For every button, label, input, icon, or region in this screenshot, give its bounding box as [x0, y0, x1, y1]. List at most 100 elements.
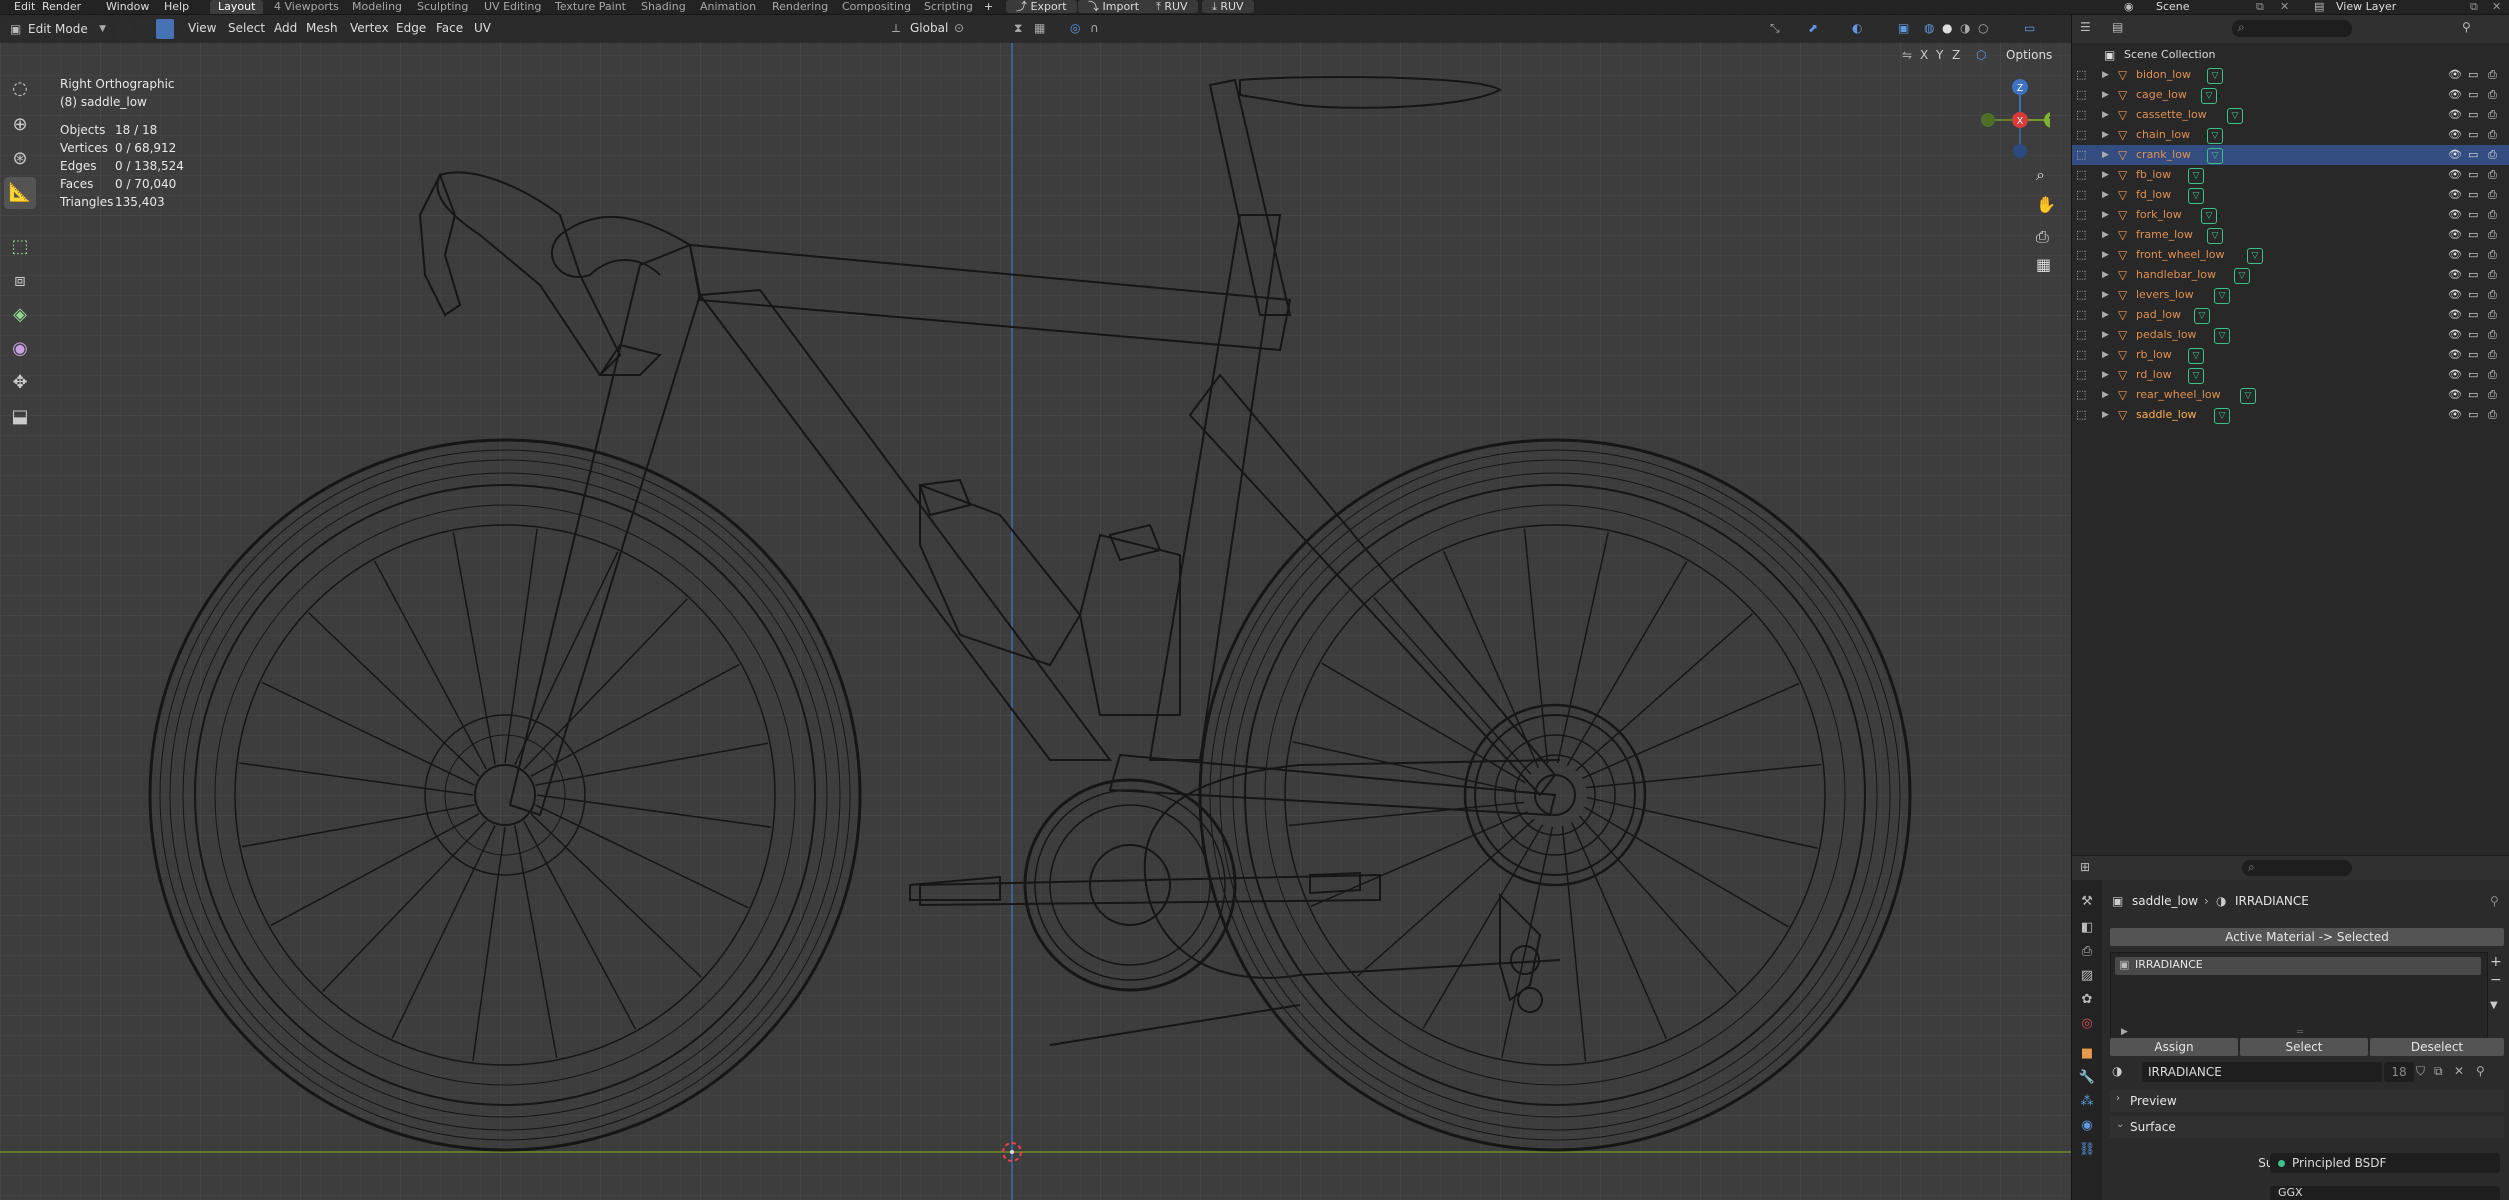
render-camera-icon[interactable]: ⎙: [2488, 305, 2497, 325]
render-camera-icon[interactable]: ⎙: [2488, 285, 2497, 305]
vertex-select-button[interactable]: [116, 19, 134, 39]
spin-tool[interactable]: ◉: [4, 333, 36, 365]
edge-select-button[interactable]: [136, 19, 154, 39]
zoom-icon[interactable]: ⌕: [2036, 165, 2045, 185]
render-camera-icon[interactable]: ⎙: [2488, 265, 2497, 285]
material-slot-row[interactable]: ▣ IRRADIANCE: [2115, 957, 2481, 975]
editor-type-icon[interactable]: ▭: [2024, 21, 2035, 35]
list-resize-grip-icon[interactable]: ═: [2297, 1027, 2303, 1038]
scene-tab-icon[interactable]: ✿: [2078, 992, 2096, 1010]
mesh-data-icon[interactable]: ▽: [2214, 288, 2230, 304]
mirror-y-toggle[interactable]: Y: [1936, 48, 1943, 62]
restrict-select-icon[interactable]: ⬚: [2076, 265, 2086, 285]
shear-tool[interactable]: ⬓: [4, 401, 36, 433]
menu-help[interactable]: Help: [164, 0, 189, 14]
particles-tab-icon[interactable]: ⁂: [2078, 1094, 2096, 1112]
visibility-eye-icon[interactable]: 👁: [2448, 265, 2462, 285]
gizmo-toggle-icon[interactable]: ⬈: [1808, 21, 1818, 35]
select-box-tool[interactable]: ◌: [4, 73, 36, 105]
tab-sculpting[interactable]: Sculpting: [409, 0, 476, 14]
outliner-row-levers-low[interactable]: ⬚ ▶ ▽ levers_low ▽ 👁 ▭ ⎙: [2072, 285, 2509, 305]
scene-selector[interactable]: Scene: [2156, 0, 2190, 14]
material-name-field[interactable]: IRRADIANCE: [2142, 1062, 2382, 1082]
snap-target-icon[interactable]: ▦: [1034, 21, 1045, 35]
viewport-disable-icon[interactable]: ▭: [2468, 245, 2478, 265]
mesh-data-icon[interactable]: ▽: [2227, 108, 2243, 124]
visibility-eye-icon[interactable]: 👁: [2448, 305, 2462, 325]
restrict-select-icon[interactable]: ⬚: [2076, 145, 2086, 165]
physics-tab-icon[interactable]: ◉: [2078, 1118, 2096, 1136]
outliner-row-crank-low[interactable]: ⬚ ▶ ▽ crank_low ▽ 👁 ▭ ⎙: [2072, 145, 2509, 165]
restrict-select-icon[interactable]: ⬚: [2076, 285, 2086, 305]
expand-arrow-icon[interactable]: ▶: [2102, 85, 2109, 105]
shading-material-icon[interactable]: ◑: [1960, 21, 1970, 35]
mesh-data-icon[interactable]: ▽: [2207, 148, 2223, 164]
render-camera-icon[interactable]: ⎙: [2488, 125, 2497, 145]
render-camera-icon[interactable]: ⎙: [2488, 345, 2497, 365]
constraints-tab-icon[interactable]: ⛓: [2078, 1142, 2096, 1160]
viewport-disable-icon[interactable]: ▭: [2468, 105, 2478, 125]
material-filter-icon[interactable]: ⚲: [2476, 1064, 2485, 1078]
camera-view-icon[interactable]: ⎙: [2036, 227, 2049, 247]
deselect-button[interactable]: Deselect: [2370, 1038, 2504, 1056]
scene-new-icon[interactable]: ⧉: [2256, 0, 2264, 14]
visibility-eye-icon[interactable]: 👁: [2448, 105, 2462, 125]
outliner-row-cage-low[interactable]: ⬚ ▶ ▽ cage_low ▽ 👁 ▭ ⎙: [2072, 85, 2509, 105]
tab-animation[interactable]: Animation: [692, 0, 764, 14]
add-workspace-button[interactable]: +: [976, 0, 1001, 14]
render-camera-icon[interactable]: ⎙: [2488, 245, 2497, 265]
outliner-search-input[interactable]: ⌕: [2232, 20, 2352, 37]
viewport-disable-icon[interactable]: ▭: [2468, 225, 2478, 245]
render-camera-icon[interactable]: ⎙: [2488, 365, 2497, 385]
ortho-toggle-icon[interactable]: ▦: [2036, 255, 2051, 274]
viewport-disable-icon[interactable]: ▭: [2468, 125, 2478, 145]
tab-texture-paint[interactable]: Texture Paint: [547, 0, 634, 14]
outliner-row-pedals-low[interactable]: ⬚ ▶ ▽ pedals_low ▽ 👁 ▭ ⎙: [2072, 325, 2509, 345]
navigation-gizmo[interactable]: Z Y X: [1970, 75, 2050, 175]
outliner-row-frame-low[interactable]: ⬚ ▶ ▽ frame_low ▽ 👁 ▭ ⎙: [2072, 225, 2509, 245]
ruv-button-2[interactable]: ⤓ RUV: [1202, 0, 1254, 13]
poly-build-tool[interactable]: ◈: [4, 299, 36, 331]
visibility-eye-icon[interactable]: 👁: [2448, 345, 2462, 365]
mesh-data-icon[interactable]: ▽: [2188, 348, 2204, 364]
visibility-eye-icon[interactable]: 👁: [2448, 205, 2462, 225]
restrict-select-icon[interactable]: ⬚: [2076, 325, 2086, 345]
menu-view[interactable]: View: [188, 21, 216, 35]
expand-arrow-icon[interactable]: ▶: [2102, 365, 2109, 385]
menu-edge[interactable]: Edge: [396, 21, 426, 35]
visibility-eye-icon[interactable]: 👁: [2448, 365, 2462, 385]
restrict-select-icon[interactable]: ⬚: [2076, 205, 2086, 225]
menu-edit[interactable]: Edit: [14, 0, 35, 14]
expand-arrow-icon[interactable]: ▶: [2102, 305, 2109, 325]
tab-layout[interactable]: Layout: [210, 0, 264, 14]
mesh-data-icon[interactable]: ▽: [2234, 268, 2250, 284]
expand-arrow-icon[interactable]: ▶: [2102, 185, 2109, 205]
mesh-data-icon[interactable]: ▽: [2188, 368, 2204, 384]
restrict-select-icon[interactable]: ⬚: [2076, 385, 2086, 405]
shrink-fatten-tool[interactable]: ✥: [4, 367, 36, 399]
fake-user-icon[interactable]: ⛉: [2416, 1064, 2425, 1079]
mesh-data-icon[interactable]: ▽: [2214, 328, 2230, 344]
add-slot-icon[interactable]: +: [2490, 954, 2502, 970]
menu-select[interactable]: Select: [228, 21, 265, 35]
expand-arrow-icon[interactable]: ▶: [2102, 145, 2109, 165]
extrude-tool[interactable]: ⬚: [4, 231, 36, 263]
expand-arrow-icon[interactable]: ▶: [2102, 385, 2109, 405]
menu-render[interactable]: Render: [42, 0, 81, 14]
overlay-toggle-icon[interactable]: ◐: [1852, 21, 1862, 35]
mirror-icon[interactable]: ⇋: [1902, 48, 1912, 62]
material-user-count[interactable]: 18: [2384, 1062, 2414, 1082]
menu-mesh[interactable]: Mesh: [306, 21, 338, 35]
properties-search-input[interactable]: ⌕: [2242, 860, 2352, 876]
object-tab-icon[interactable]: ■: [2078, 1046, 2096, 1064]
viewport-disable-icon[interactable]: ▭: [2468, 285, 2478, 305]
duplicate-material-icon[interactable]: ⧉: [2434, 1064, 2443, 1079]
viewport-disable-icon[interactable]: ▭: [2468, 185, 2478, 205]
expand-arrow-icon[interactable]: ▶: [2102, 65, 2109, 85]
viewport-disable-icon[interactable]: ▭: [2468, 325, 2478, 345]
viewport-disable-icon[interactable]: ▭: [2468, 85, 2478, 105]
menu-uv[interactable]: UV: [474, 21, 491, 35]
render-tab-icon[interactable]: ◧: [2078, 920, 2096, 938]
mesh-data-icon[interactable]: ▽: [2247, 248, 2263, 264]
expand-arrow-icon[interactable]: ▶: [2121, 1027, 2128, 1037]
